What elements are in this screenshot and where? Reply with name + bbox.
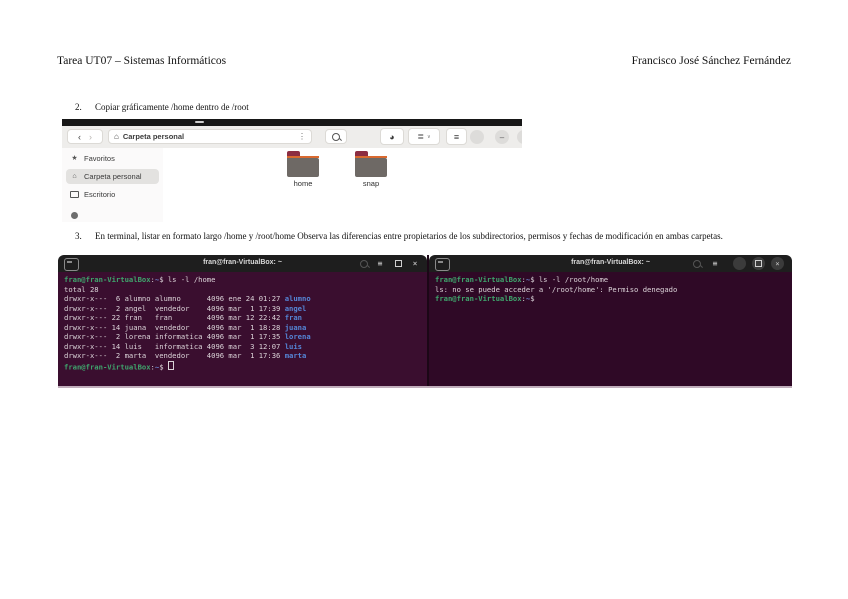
sidebar-item-label: Escritorio [84, 190, 115, 199]
item-3-number: 3. [75, 231, 82, 241]
close-icon: × [413, 259, 418, 268]
minimize-button[interactable]: – [495, 130, 509, 144]
folder-name: home [281, 179, 325, 188]
back-icon[interactable]: ‹ [78, 132, 81, 142]
minimize-button[interactable] [733, 257, 746, 270]
terminal-body[interactable]: fran@fran-VirtualBox:~$ ls -l /hometotal… [58, 272, 427, 386]
search-button[interactable] [325, 129, 347, 144]
menu-button[interactable]: ≡ [446, 128, 467, 145]
terminal-line: fran@fran-VirtualBox:~$ [435, 294, 792, 304]
terminal-line: fran@fran-VirtualBox:~$ ls -l /root/home [435, 275, 792, 285]
file-manager-window: ‹ › ⌂ Carpeta personal ⋮ ◕ ≣ ∨ ≡ [62, 119, 522, 222]
clipped-icon [70, 208, 79, 219]
terminal-titlebar[interactable]: fran@fran-VirtualBox: ~ ≡ × [58, 255, 427, 272]
home-icon: ⌂ [114, 133, 119, 141]
terminal-line: drwxr-x--- 2 angel vendedor 4096 mar 1 1… [64, 304, 427, 314]
terminal-line: drwxr-x--- 14 luis informatica 4096 mar … [64, 342, 427, 352]
nav-buttons[interactable]: ‹ › [67, 129, 103, 144]
terminal-title: fran@fran-VirtualBox: ~ [58, 259, 427, 266]
terminal-line: drwxr-x--- 22 fran fran 4096 mar 12 22:4… [64, 313, 427, 323]
home-icon: ⌂ [70, 173, 79, 180]
list-view-icon: ≣ [417, 132, 424, 141]
desktop-icon [70, 191, 79, 198]
grid-view-icon: ◕ [389, 132, 394, 142]
sidebar-item-label: Carpeta personal [84, 172, 142, 181]
search-icon [332, 133, 340, 141]
terminal-cursor [168, 361, 174, 371]
document-title: Tarea UT07 – Sistemas Informáticos [57, 55, 226, 67]
terminals-row: fran@fran-VirtualBox: ~ ≡ × fran@fran-Vi… [58, 255, 792, 388]
close-button[interactable]: × [771, 257, 784, 270]
terminal-line: drwxr-x--- 14 juana vendedor 4096 mar 1 … [64, 323, 427, 333]
sidebar-item-favoritos[interactable]: ★ Favoritos [66, 151, 159, 166]
sidebar-item-carpeta-personal[interactable]: ⌂ Carpeta personal [66, 169, 159, 184]
close-icon: × [775, 260, 779, 268]
terminal-titlebar[interactable]: fran@fran-VirtualBox: ~ ≡ × [429, 255, 792, 272]
chevron-down-icon: ∨ [427, 134, 431, 140]
list-view-button[interactable]: ≣ ∨ [408, 128, 440, 145]
document-page: Tarea UT07 – Sistemas Informáticos Franc… [0, 0, 848, 599]
menu-button[interactable]: ≡ [708, 258, 722, 269]
search-icon [360, 260, 368, 268]
terminal-line: ls: no se puede acceder a '/root/home': … [435, 285, 792, 295]
sidebar-item-clipped[interactable] [66, 205, 159, 222]
fm-content: home snap [163, 148, 522, 222]
restore-button[interactable] [391, 258, 405, 269]
item-2-number: 2. [75, 102, 82, 112]
hamburger-icon: ≡ [713, 259, 718, 268]
path-label: Carpeta personal [123, 132, 294, 141]
terminal-body[interactable]: fran@fran-VirtualBox:~$ ls -l /root/home… [429, 272, 792, 386]
terminal-line: fran@fran-VirtualBox:~$ ls -l /home [64, 275, 427, 285]
terminal-window-left: fran@fran-VirtualBox: ~ ≡ × fran@fran-Vi… [58, 255, 427, 386]
folder-icon [355, 151, 387, 177]
restore-icon [395, 260, 402, 267]
terminal-window-right: fran@fran-VirtualBox: ~ ≡ × fran@fran-Vi… [427, 255, 792, 386]
search-button[interactable] [357, 258, 371, 269]
search-icon [693, 260, 701, 268]
forward-icon[interactable]: › [89, 132, 92, 142]
terminal-line: total 28 [64, 285, 427, 295]
menu-button[interactable]: ≡ [373, 258, 387, 269]
restore-icon [755, 260, 762, 267]
sidebar-item-label: Favoritos [84, 154, 115, 163]
terminal-line: drwxr-x--- 6 alumno alumno 4096 ene 24 0… [64, 294, 427, 304]
file-manager-titlebar-edge [62, 119, 522, 126]
item-3-text: En terminal, listar en formato largo /ho… [95, 231, 763, 242]
document-author: Francisco José Sánchez Fernández [632, 55, 791, 67]
sidebar-item-escritorio[interactable]: Escritorio [66, 187, 159, 202]
folder-snap[interactable]: snap [349, 151, 393, 188]
folder-name: snap [349, 179, 393, 188]
terminal-line: fran@fran-VirtualBox:~$ [64, 361, 427, 371]
restore-button[interactable] [752, 257, 765, 270]
file-manager-toolbar: ‹ › ⌂ Carpeta personal ⋮ ◕ ≣ ∨ ≡ [62, 126, 522, 149]
search-button[interactable] [690, 258, 704, 269]
terminal-line: drwxr-x--- 2 lorena informatica 4096 mar… [64, 332, 427, 342]
titlebar-fragment [195, 121, 204, 123]
fm-sidebar: ★ Favoritos ⌂ Carpeta personal Escritorio [62, 148, 163, 222]
star-icon: ★ [70, 155, 79, 162]
close-button[interactable]: × [408, 258, 422, 269]
folder-icon [287, 151, 319, 177]
path-bar[interactable]: ⌂ Carpeta personal ⋮ [108, 129, 312, 144]
item-2-text: Copiar gráficamente /home dentro de /roo… [95, 102, 249, 113]
view-toggle-button[interactable]: ◕ [380, 128, 404, 145]
kebab-menu-icon[interactable]: ⋮ [298, 132, 306, 141]
window-control-button[interactable] [470, 130, 484, 144]
maximize-button[interactable] [517, 130, 522, 144]
terminal-line: drwxr-x--- 2 marta vendedor 4096 mar 1 1… [64, 351, 427, 361]
hamburger-icon: ≡ [454, 132, 459, 142]
hamburger-icon: ≡ [378, 259, 383, 268]
minimize-icon: – [500, 133, 504, 142]
folder-home[interactable]: home [281, 151, 325, 188]
